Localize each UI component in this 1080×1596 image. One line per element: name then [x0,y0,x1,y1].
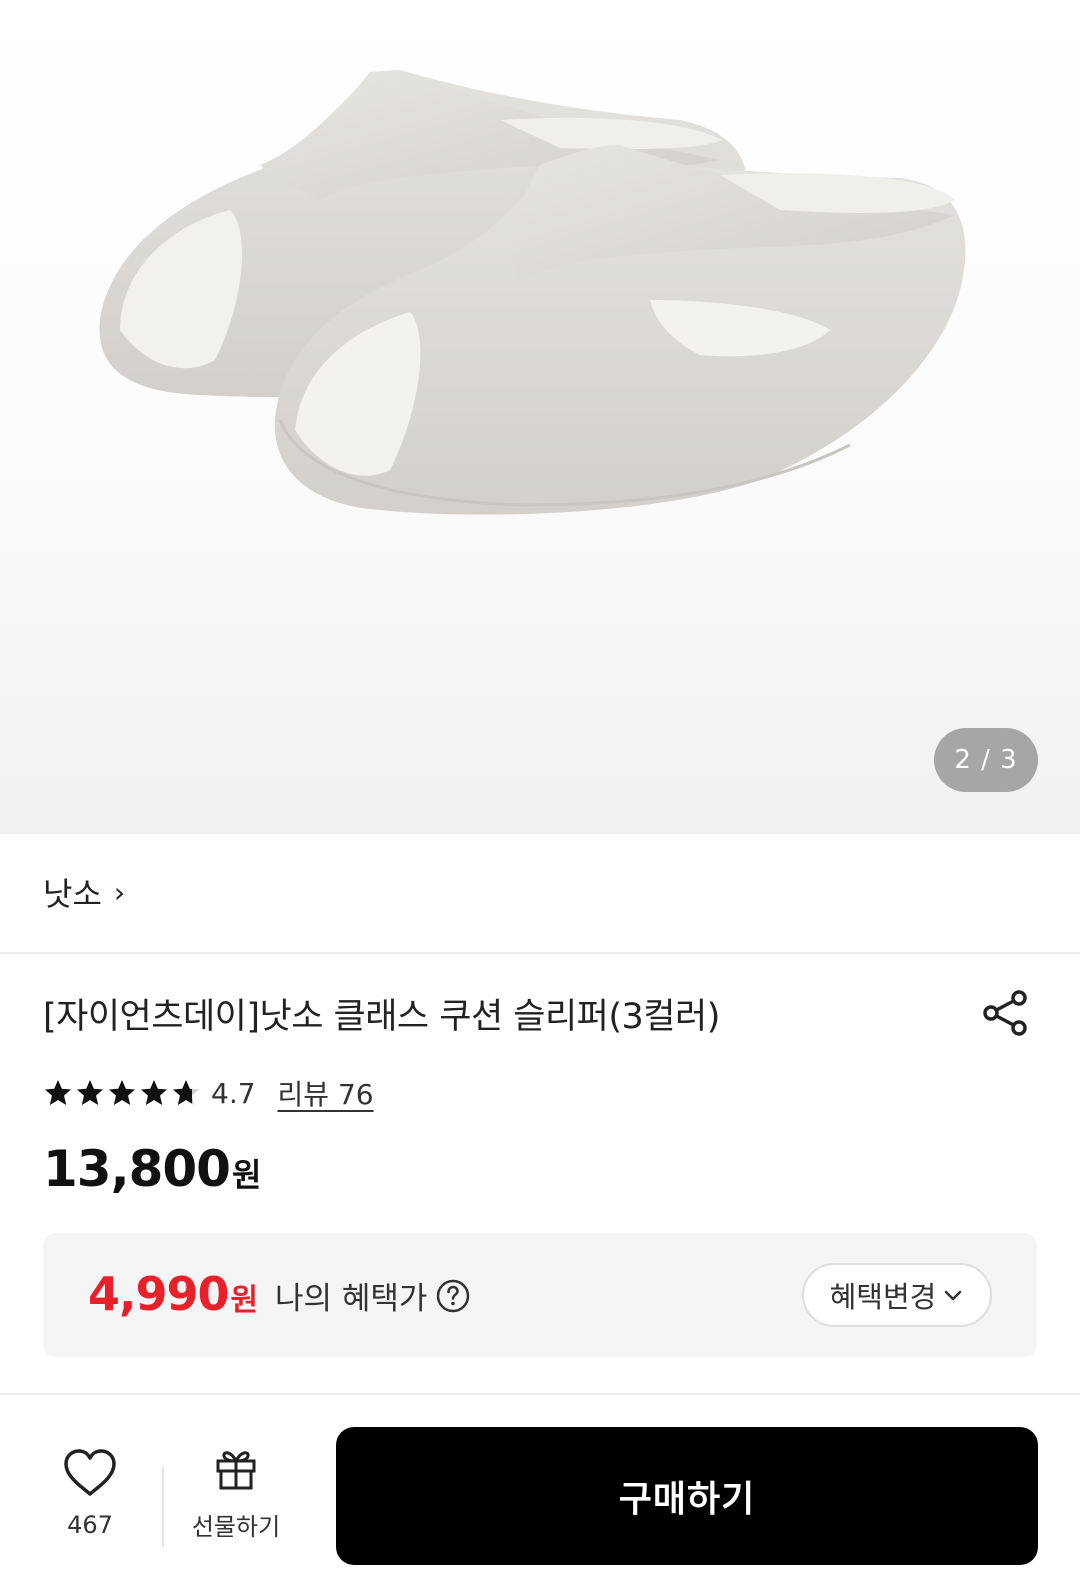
benefit-unit: 원 [230,1283,259,1318]
rating-row: 4.7 리뷰 76 [43,1073,374,1113]
gift-icon [216,1451,256,1490]
wishlist-button[interactable]: 467 [50,1447,130,1539]
benefit-change-label: 혜택변경 [829,1280,937,1314]
heart-icon [64,1449,116,1496]
product-title: [자이언츠데이]낫소 클래스 쿠션 슬리퍼(3컬러) [43,997,720,1037]
share-icon[interactable] [980,988,1030,1038]
divider [0,952,1080,954]
star-icon [173,1080,199,1105]
wishlist-count: 467 [67,1511,113,1539]
rating-score: 4.7 [211,1076,256,1110]
star-icon [45,1080,71,1105]
buy-label: 구매하기 [618,1479,756,1520]
benefit-price: 4,990 원 [88,1267,258,1321]
brand-name: 낫소 [43,875,102,913]
product-image [99,70,966,515]
price-unit: 원 [231,1156,262,1194]
bottom-action-bar: 467 선물하기 구매하기 [0,1395,1080,1596]
benefit-label-row: 나의 혜택가 [275,1273,471,1318]
divider [162,1467,164,1547]
review-link[interactable]: 리뷰 76 [278,1073,374,1113]
benefit-change-button[interactable]: 혜택변경 [802,1263,992,1327]
question-circle-icon[interactable] [435,1278,471,1314]
benefit-label: 나의 혜택가 [275,1281,428,1317]
benefit-price-box: 4,990 원 나의 혜택가 혜택변경 [43,1233,1037,1357]
star-rating [43,1078,201,1108]
gift-button[interactable]: 선물하기 [184,1445,288,1542]
star-icon [77,1080,103,1105]
buy-button[interactable]: 구매하기 [336,1427,1038,1565]
chevron-right-icon: › [113,875,126,909]
chevron-down-icon [945,1290,962,1301]
gift-label: 선물하기 [191,1513,281,1541]
brand-link[interactable]: 낫소 › [43,870,125,914]
star-icon [141,1080,167,1105]
star-icon [109,1080,135,1105]
image-pager-indicator: 2 / 3 [934,728,1038,792]
price-amount: 13,800 [43,1140,231,1198]
pager-text: 2 / 3 [954,745,1018,775]
benefit-amount: 4,990 [88,1267,230,1321]
product-price: 13,800 원 [43,1140,261,1198]
product-image-gallery[interactable]: 2 / 3 [0,0,1080,834]
